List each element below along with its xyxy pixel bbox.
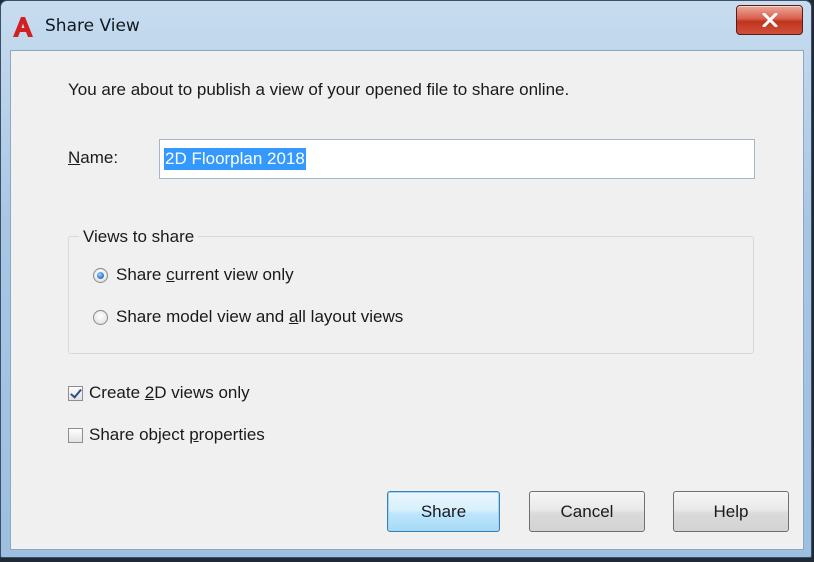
window-title: Share View	[45, 16, 140, 36]
close-icon	[762, 13, 778, 27]
intro-text: You are about to publish a view of your …	[68, 80, 570, 99]
checkbox-object-properties-label: Share object properties	[89, 425, 265, 444]
radio-all-views-indicator[interactable]	[93, 309, 108, 325]
checkbox-create-2d-indicator[interactable]	[68, 385, 83, 401]
help-button[interactable]: Help	[673, 491, 789, 532]
checkbox-share-object-properties[interactable]: Share object properties	[68, 425, 265, 445]
checkbox-create-2d-label: Create 2D views only	[89, 383, 250, 402]
name-input[interactable]: 2D Floorplan 2018	[159, 139, 755, 179]
dialog-body: You are about to publish a view of your …	[10, 50, 804, 550]
checkbox-create-2d-views[interactable]: Create 2D views only	[68, 383, 250, 403]
share-button[interactable]: Share	[387, 491, 500, 532]
views-to-share-legend: Views to share	[79, 227, 199, 247]
checkbox-object-properties-indicator[interactable]	[68, 427, 83, 443]
close-button[interactable]	[736, 5, 803, 35]
radio-share-current-view[interactable]: Share current view only	[93, 265, 294, 285]
radio-current-view-label: Share current view only	[116, 265, 294, 284]
share-view-dialog: Share View You are about to publish a vi…	[0, 0, 812, 558]
radio-share-all-views[interactable]: Share model view and all layout views	[93, 307, 403, 327]
radio-all-views-label: Share model view and all layout views	[116, 307, 404, 326]
title-bar[interactable]: Share View	[1, 1, 811, 51]
radio-current-view-indicator[interactable]	[93, 267, 108, 283]
name-input-value: 2D Floorplan 2018	[164, 148, 306, 170]
cancel-button[interactable]: Cancel	[529, 491, 645, 532]
views-to-share-group	[68, 236, 754, 354]
autocad-logo-icon	[11, 15, 35, 39]
name-label: Name:	[68, 148, 119, 167]
